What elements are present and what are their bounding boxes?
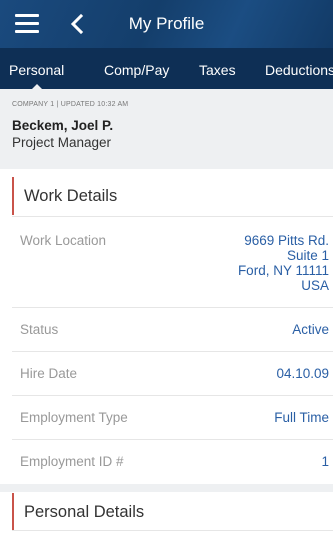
tab-personal[interactable]: Personal <box>9 62 64 89</box>
page-title: My Profile <box>128 14 205 33</box>
employee-role: Project Manager <box>12 135 112 150</box>
row-label: Work Location <box>20 233 107 248</box>
employment-id-value: 1 <box>321 454 329 469</box>
row-label: Status <box>20 322 59 337</box>
work-details-list: Work Location 9669 Pitts Rd. Suite 1 For… <box>12 216 333 484</box>
row-hire-date: Hire Date 04.10.09 <box>12 351 333 395</box>
profile-summary: COMPANY 1 | UPDATED 10:32 AM Beckem, Joe… <box>0 89 333 169</box>
app-header: My Profile <box>0 0 333 48</box>
row-employment-id: Employment ID # 1 <box>12 439 333 484</box>
section-header-work-details[interactable]: Work Details <box>12 177 333 215</box>
work-location-value[interactable]: 9669 Pitts Rd. Suite 1 Ford, NY 11111 US… <box>238 233 329 293</box>
tab-bar: Personal Comp/Pay Taxes Deductions <box>0 48 333 89</box>
address-line-4: USA <box>301 278 329 293</box>
row-label: Employment Type <box>20 410 128 425</box>
row-label: Hire Date <box>20 366 78 381</box>
address-line-1: 9669 Pitts Rd. <box>244 233 329 248</box>
address-line-2: Suite 1 <box>286 248 329 263</box>
tab-taxes[interactable]: Taxes <box>199 62 236 78</box>
section-divider <box>0 484 333 492</box>
row-status: Status Active <box>12 307 333 351</box>
status-value: Active <box>292 322 329 337</box>
employment-type-value: Full Time <box>274 410 329 425</box>
hire-date-value: 04.10.09 <box>276 366 329 381</box>
row-employment-type: Employment Type Full Time <box>12 395 333 439</box>
divider <box>12 530 333 531</box>
update-meta: COMPANY 1 | UPDATED 10:32 AM <box>12 101 129 108</box>
tab-deductions[interactable]: Deductions <box>265 62 333 78</box>
employee-name: Beckem, Joel P. <box>12 118 114 133</box>
section-header-personal-details[interactable]: Personal Details <box>12 493 333 531</box>
row-label: Employment ID # <box>20 454 124 469</box>
row-work-location: Work Location 9669 Pitts Rd. Suite 1 For… <box>12 216 333 307</box>
address-line-3: Ford, NY 11111 <box>237 263 329 278</box>
tab-comp-pay[interactable]: Comp/Pay <box>104 62 169 78</box>
